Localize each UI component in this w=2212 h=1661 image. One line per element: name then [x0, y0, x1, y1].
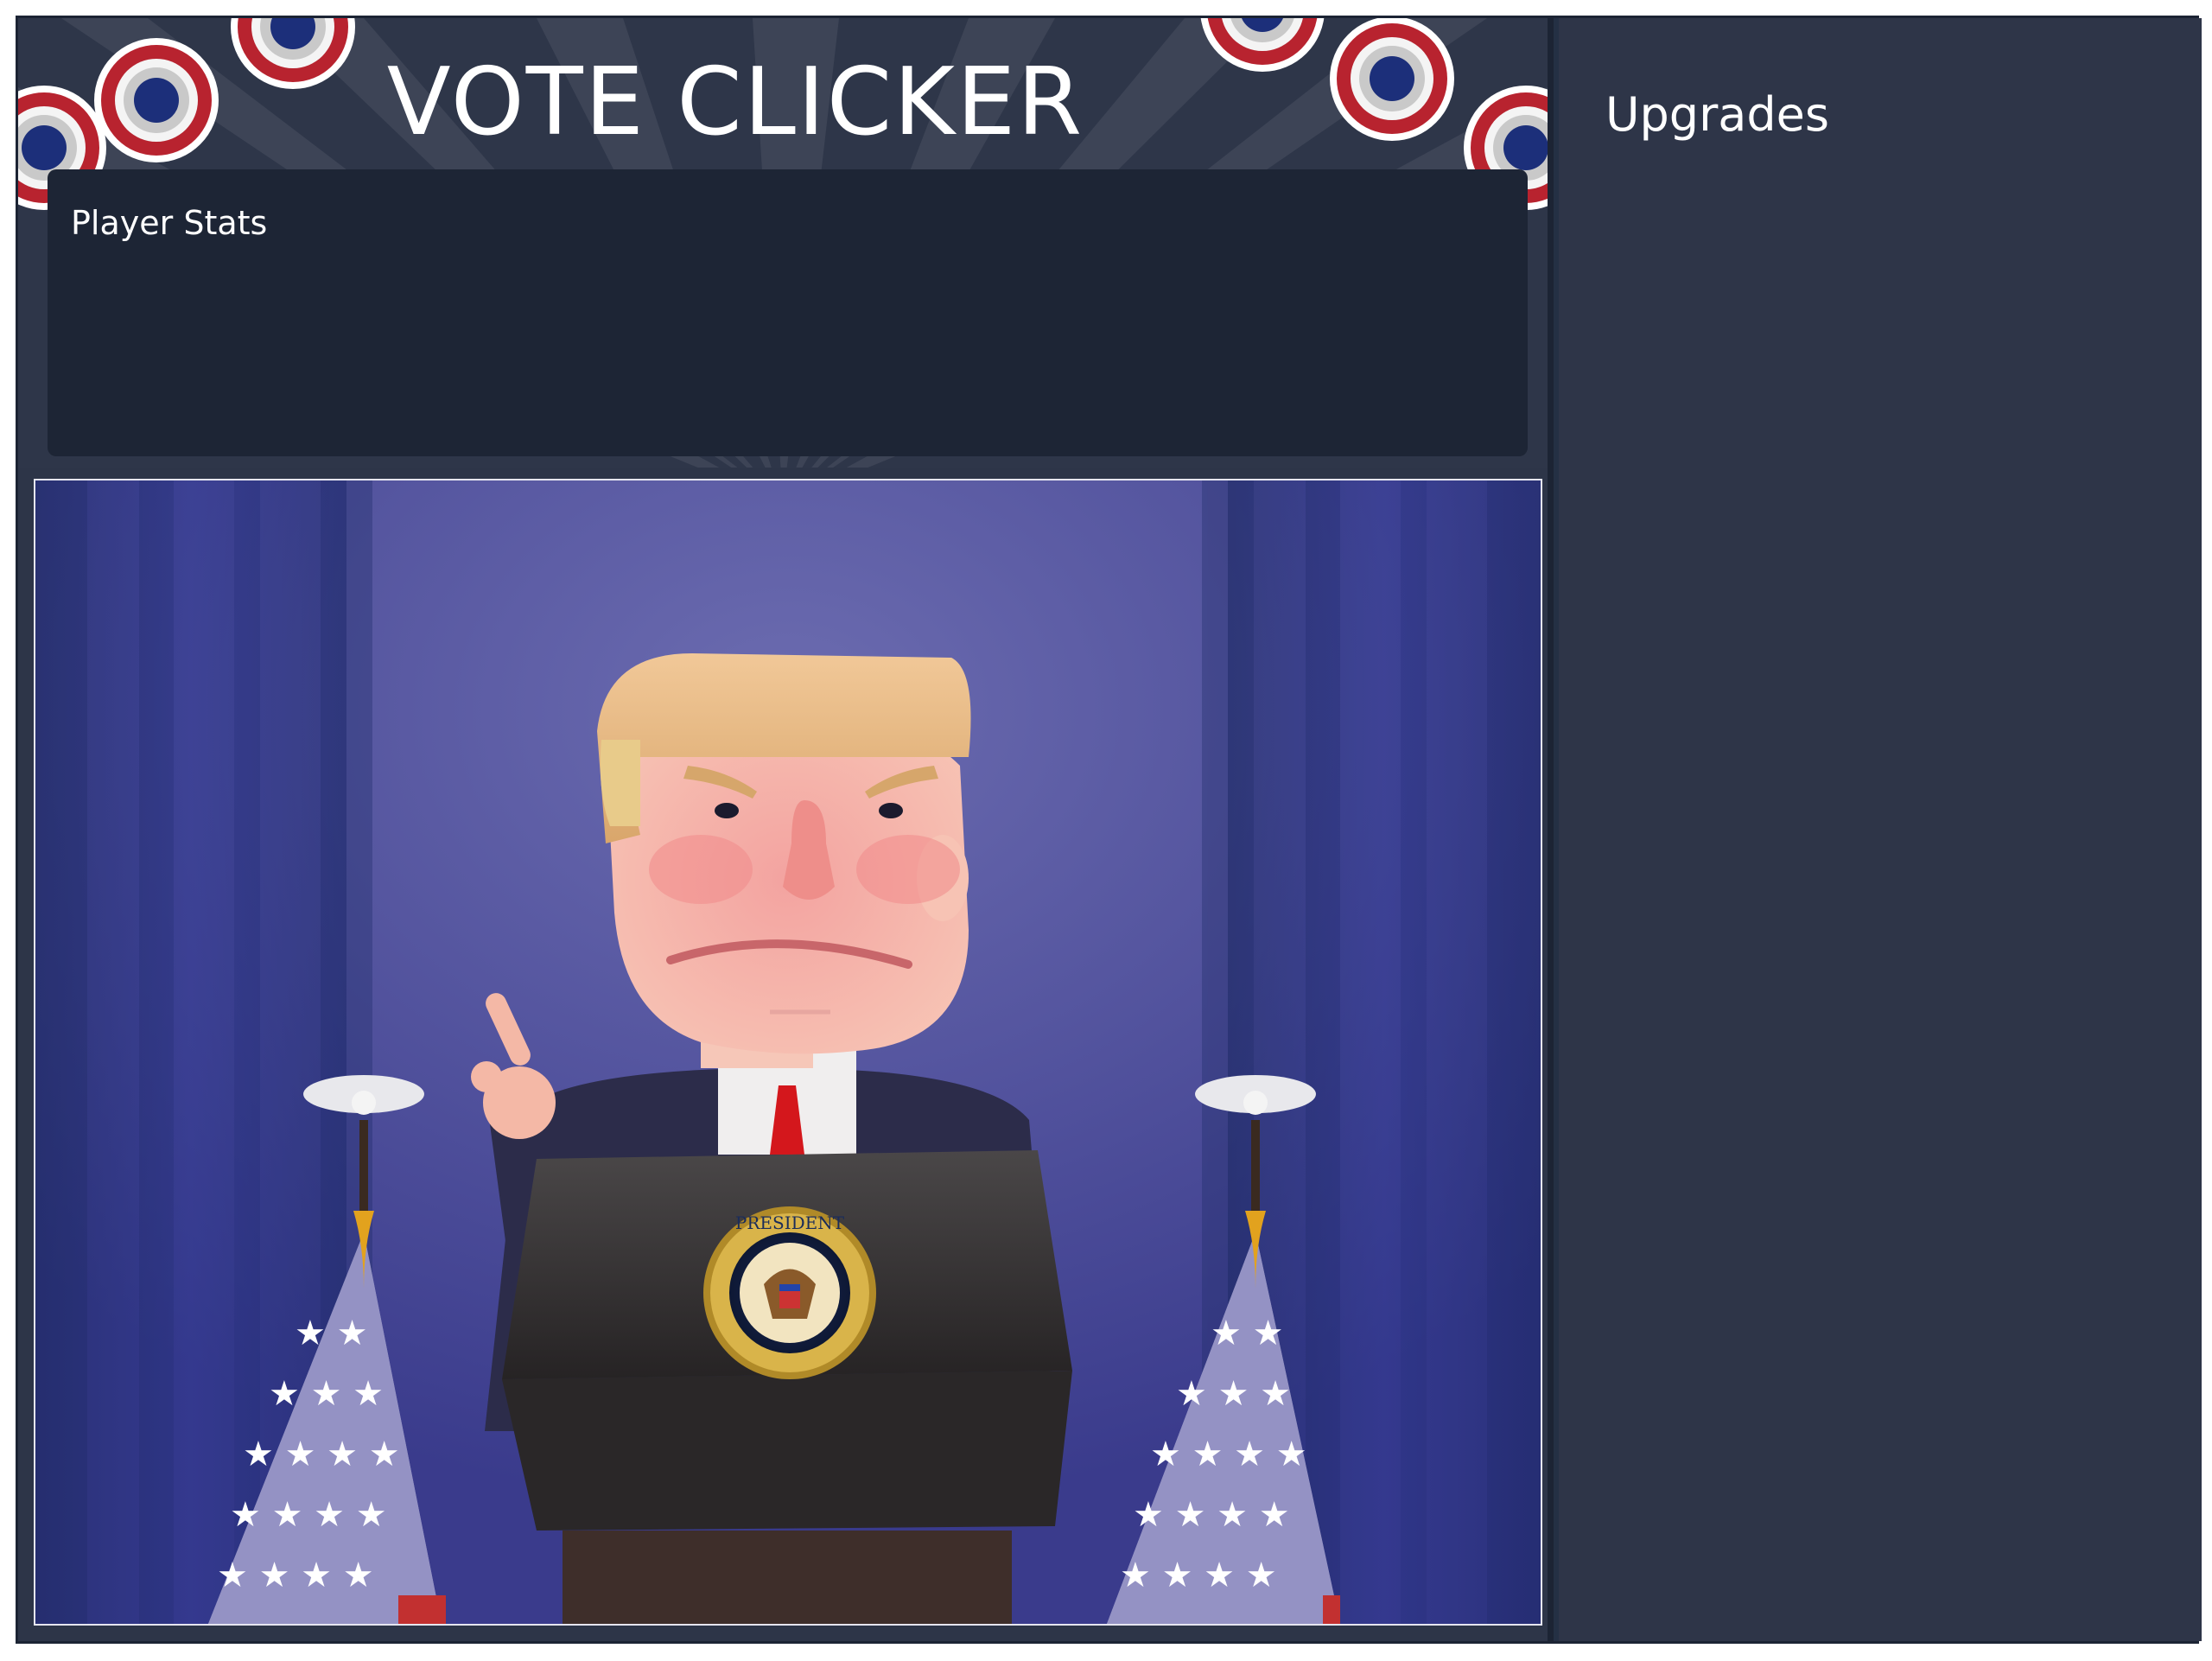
svg-text:★ ★: ★ ★ — [295, 1314, 367, 1353]
svg-text:★ ★: ★ ★ — [1211, 1314, 1283, 1353]
upgrades-title: Upgrades — [1605, 87, 1830, 142]
presidential-seal-icon: PRESIDENT — [703, 1206, 876, 1379]
presidential-podium: PRESIDENT — [502, 1150, 1072, 1624]
header: VOTE CLICKER Player Stats — [18, 18, 1548, 468]
svg-text:★ ★ ★ ★: ★ ★ ★ ★ — [230, 1495, 387, 1535]
upgrades-panel: Upgrades — [1554, 18, 2202, 1641]
game-window: VOTE CLICKER Player Stats ★ ★ ★ ★ ★ ★ ★ … — [16, 16, 2202, 1644]
click-target-podium-scene[interactable]: ★ ★ ★ ★ ★ ★ ★ ★ ★ ★ ★ ★ ★ ★ ★ ★ ★ ★ ★ ★ … — [34, 479, 1542, 1626]
svg-text:★ ★ ★: ★ ★ ★ — [269, 1374, 384, 1414]
game-title: VOTE CLICKER — [386, 48, 1084, 156]
president-podium-illustration: ★ ★ ★ ★ ★ ★ ★ ★ ★ ★ ★ ★ ★ ★ ★ ★ ★ ★ ★ ★ … — [35, 480, 1541, 1624]
svg-text:★ ★ ★ ★: ★ ★ ★ ★ — [243, 1435, 400, 1474]
player-stats-panel: Player Stats — [48, 169, 1528, 456]
svg-text:★ ★ ★ ★: ★ ★ ★ ★ — [1120, 1556, 1277, 1595]
cartoon-head — [597, 653, 971, 1068]
svg-text:★ ★ ★ ★: ★ ★ ★ ★ — [217, 1556, 374, 1595]
main-column: VOTE CLICKER Player Stats ★ ★ ★ ★ ★ ★ ★ … — [18, 18, 1548, 1641]
player-stats-title: Player Stats — [71, 204, 268, 242]
svg-text:★ ★ ★ ★: ★ ★ ★ ★ — [1133, 1495, 1290, 1535]
svg-text:PRESIDENT: PRESIDENT — [735, 1212, 845, 1233]
svg-text:★ ★ ★: ★ ★ ★ — [1176, 1374, 1291, 1414]
svg-text:★ ★ ★ ★: ★ ★ ★ ★ — [1150, 1435, 1307, 1474]
